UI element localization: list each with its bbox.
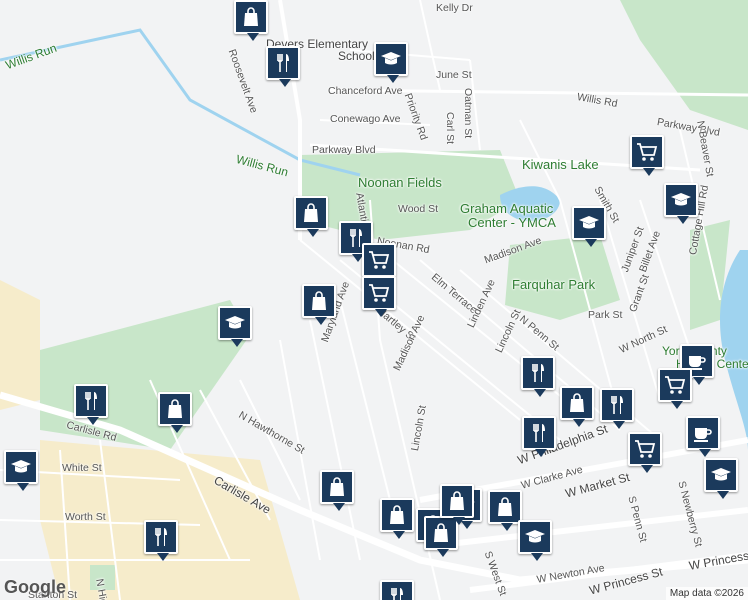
map-label: Oatman St — [462, 88, 474, 139]
map-pin-coffee[interactable] — [686, 416, 720, 457]
map-label: School — [338, 49, 375, 63]
map-pin-restaurant[interactable] — [74, 384, 108, 425]
map-pin-shopping-bag[interactable] — [302, 284, 336, 325]
map-pin-restaurant[interactable] — [522, 416, 556, 457]
google-logo: Google — [4, 577, 66, 597]
map-pin-shopping-cart[interactable] — [658, 368, 692, 409]
map-pin-school[interactable] — [4, 450, 38, 491]
map-label: Park St — [588, 309, 623, 321]
map-pin-restaurant[interactable] — [380, 580, 414, 600]
map-label: Kiwanis Lake — [522, 157, 599, 172]
map-pin-school[interactable] — [374, 42, 408, 83]
map-label: Farquhar Park — [512, 277, 596, 292]
map-label: White St — [62, 462, 102, 474]
map-pin-restaurant[interactable] — [521, 356, 555, 397]
map-label: Wood St — [398, 203, 439, 215]
map-canvas[interactable]: Kelly Dr Devers Elementary School Willis Ru… — [0, 0, 748, 600]
map-label: Worth St — [65, 511, 106, 523]
map-pin-shopping-cart[interactable] — [362, 243, 396, 284]
map-pin-school[interactable] — [572, 206, 606, 247]
map-pin-restaurant[interactable] — [144, 520, 178, 561]
map-pin-school[interactable] — [704, 458, 738, 499]
map-pin-shopping-bag[interactable] — [294, 196, 328, 237]
map-pin-shopping-bag[interactable] — [320, 470, 354, 511]
map-label: Noonan Fields — [358, 175, 442, 190]
map-pin-school[interactable] — [218, 306, 252, 347]
map-pin-shopping-cart[interactable] — [630, 135, 664, 176]
map-pin-school[interactable] — [518, 520, 552, 561]
map-pin-shopping-bag[interactable] — [380, 498, 414, 539]
map-label: Kelly Dr — [436, 2, 473, 14]
map-pin-restaurant[interactable] — [266, 46, 300, 87]
map-label: Graham Aquatic — [460, 201, 554, 216]
map-pin-restaurant[interactable] — [600, 388, 634, 429]
map-label: Chanceford Ave — [328, 85, 403, 97]
map-label: Carl St — [444, 112, 456, 145]
map-pin-shopping-cart[interactable] — [628, 432, 662, 473]
map-pin-shopping-bag[interactable] — [488, 490, 522, 531]
map-pin-school[interactable] — [664, 183, 698, 224]
map-pin-shopping-bag[interactable] — [440, 484, 474, 525]
map-label: June St — [436, 69, 472, 81]
map-pin-shopping-bag[interactable] — [158, 392, 192, 433]
map-pin-shopping-cart[interactable] — [362, 276, 396, 317]
map-attribution[interactable]: Map data ©2026 — [665, 587, 748, 600]
map-pin-shopping-bag[interactable] — [234, 0, 268, 41]
map-label: Parkway Blvd — [312, 144, 376, 156]
map-label: Center - YMCA — [468, 215, 556, 230]
map-label: Conewago Ave — [330, 113, 401, 125]
map-pin-shopping-bag[interactable] — [560, 386, 594, 427]
